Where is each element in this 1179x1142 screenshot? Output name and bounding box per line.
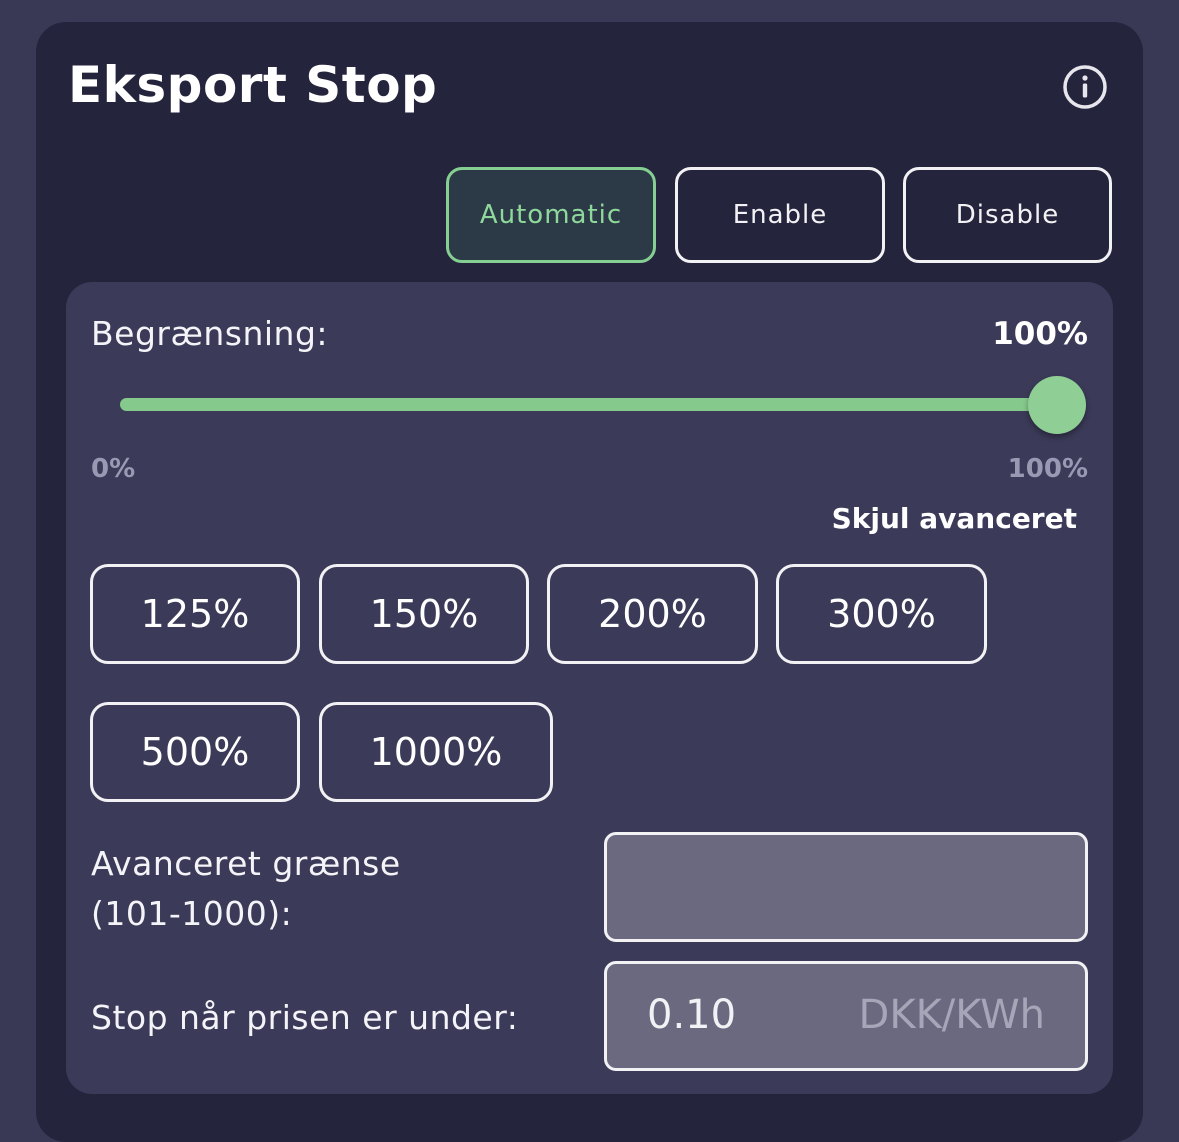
custom-limit-input[interactable]	[604, 832, 1088, 942]
price-threshold-label: Stop når prisen er under:	[91, 998, 519, 1037]
mode-disable-button[interactable]: Disable	[903, 167, 1112, 263]
slider-max-label: 100%	[1007, 454, 1088, 484]
mode-automatic-button[interactable]: Automatic	[446, 167, 656, 263]
preset-125-button[interactable]: 125%	[90, 564, 300, 664]
preset-200-button[interactable]: 200%	[547, 564, 758, 664]
info-icon[interactable]	[1062, 64, 1108, 110]
mode-enable-button[interactable]: Enable	[675, 167, 885, 263]
slider-min-label: 0%	[91, 454, 136, 484]
preset-300-button[interactable]: 300%	[776, 564, 987, 664]
preset-150-button[interactable]: 150%	[319, 564, 529, 664]
preset-1000-button[interactable]: 1000%	[319, 702, 553, 802]
price-value: 0.10	[647, 992, 737, 1038]
card-title: Eksport Stop	[68, 56, 438, 114]
preset-500-button[interactable]: 500%	[90, 702, 300, 802]
custom-limit-label-line2: (101-1000):	[91, 894, 293, 933]
export-stop-card: Eksport Stop Automatic Enable Disable Be…	[36, 22, 1143, 1142]
limit-value: 100%	[992, 316, 1088, 352]
price-unit: DKK/KWh	[858, 992, 1045, 1038]
hide-advanced-link[interactable]: Skjul avanceret	[832, 502, 1077, 535]
limit-label: Begrænsning:	[91, 314, 329, 353]
limit-slider-track[interactable]	[120, 398, 1060, 411]
price-threshold-input[interactable]: 0.10 DKK/KWh	[604, 961, 1088, 1071]
limit-slider-thumb[interactable]	[1028, 376, 1086, 434]
custom-limit-label-line1: Avanceret grænse	[91, 844, 401, 883]
settings-panel: Begrænsning: 100% 0% 100% Skjul avancere…	[66, 282, 1113, 1094]
